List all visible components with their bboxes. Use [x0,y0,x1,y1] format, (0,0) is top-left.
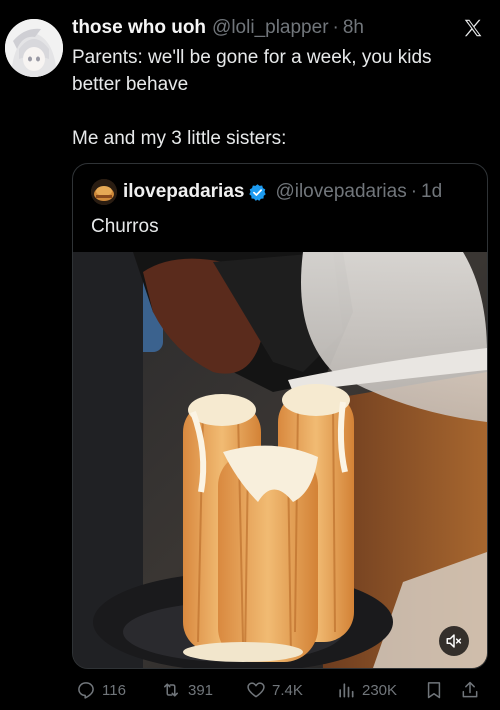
verified-badge-icon [249,183,267,201]
like-button[interactable]: 7.4K [246,677,303,703]
views-count: 230K [362,681,398,699]
bookmark-button[interactable] [424,677,450,703]
separator-dot: · [332,17,339,38]
repost-button[interactable]: 391 [160,677,213,703]
tweet-time[interactable]: 8h [343,17,364,39]
quoted-author-name[interactable]: ilovepadarias [123,181,244,203]
quoted-separator-dot: · [410,181,418,202]
quoted-tweet-time[interactable]: 1d [421,181,442,203]
tweet-actions: 116 391 7.4K 230K [72,677,492,703]
reply-icon [78,682,94,699]
reply-count: 116 [102,681,126,699]
quoted-tweet-header: ilovepadarias @ilovepadarias · 1d [91,176,442,208]
tweet-header: those who uoh @loli_plapper · 8h [72,15,480,41]
reply-button[interactable]: 116 [76,677,126,703]
repost-icon [164,683,178,697]
tweet-text: Parents: we'll be gone for a week, you k… [72,47,432,149]
video-player[interactable] [73,252,487,668]
quoted-avatar-image [91,179,117,205]
share-icon [462,681,478,698]
repost-count: 391 [188,681,214,699]
author-handle[interactable]: @loli_plapper [212,17,328,39]
author-name[interactable]: those who uoh [72,17,206,39]
views-button[interactable]: 230K [336,677,397,703]
x-logo-icon [464,19,482,37]
mute-icon [446,634,462,648]
share-button[interactable] [460,677,486,703]
quoted-tweet[interactable]: ilovepadarias @ilovepadarias · 1d Churro… [72,163,488,669]
video-frame [73,252,487,668]
author-avatar-image [5,19,63,77]
quoted-tweet-text: Churros [91,216,159,237]
heart-icon [247,682,265,698]
like-count: 7.4K [272,681,303,699]
quoted-author-avatar[interactable] [91,179,117,205]
quoted-author-handle[interactable]: @ilovepadarias [275,181,406,203]
mute-button[interactable] [439,626,469,656]
author-avatar[interactable] [5,19,63,77]
views-icon [339,683,354,698]
bookmark-icon [427,682,441,699]
